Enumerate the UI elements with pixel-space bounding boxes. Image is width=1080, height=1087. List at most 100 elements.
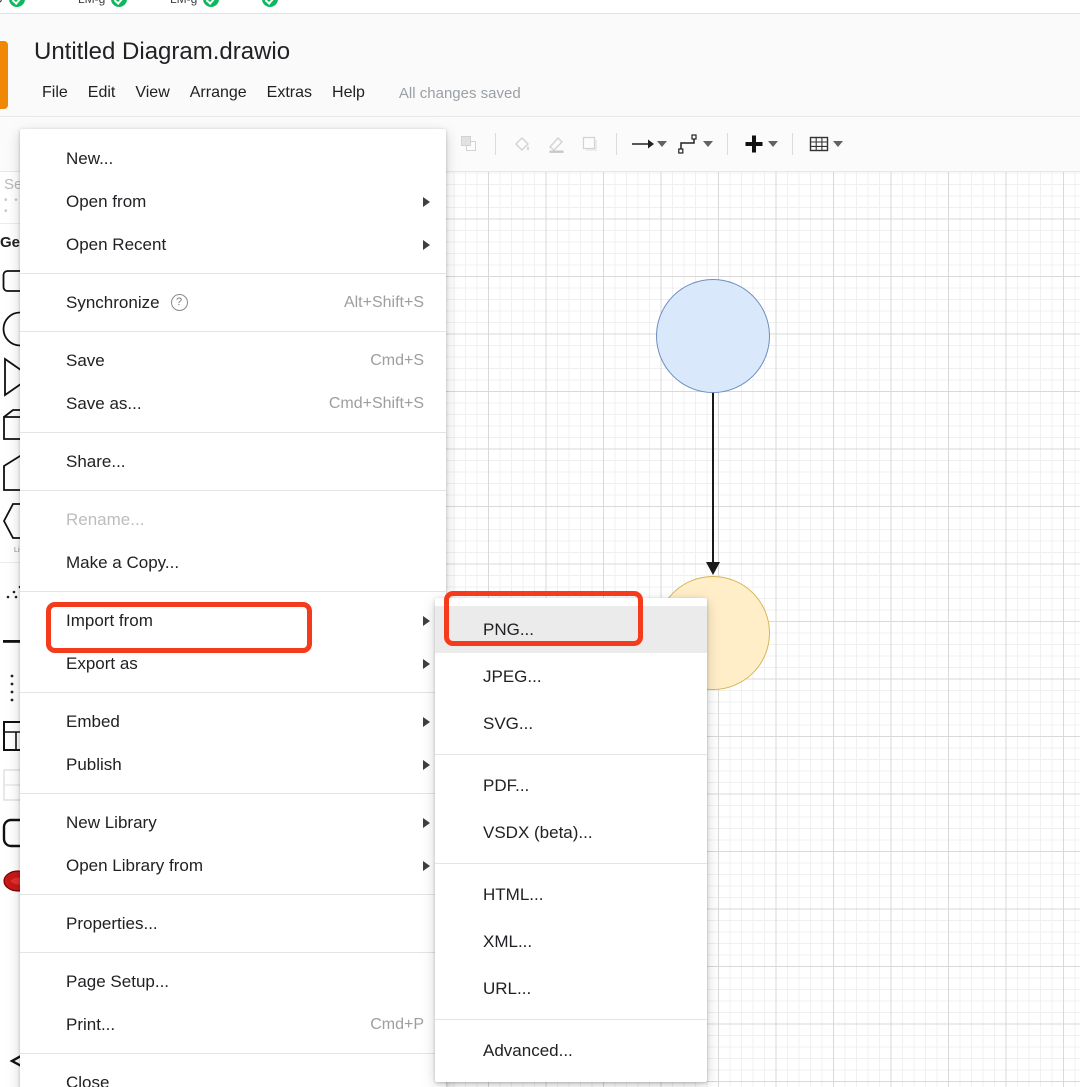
- menu-item-label: Embed: [66, 711, 120, 731]
- chevron-right-icon: [423, 658, 430, 669]
- submenu-item-vsdx[interactable]: VSDX (beta)...: [435, 809, 707, 856]
- browser-strip-item[interactable]: ED: [0, 0, 25, 11]
- toolbar-divider: [495, 133, 496, 155]
- menu-item-import-from[interactable]: Import from: [20, 599, 446, 642]
- save-status-label: All changes saved: [398, 84, 521, 102]
- submenu-separator: [435, 863, 707, 864]
- connector-line[interactable]: [712, 393, 714, 570]
- submenu-item-label: PDF...: [483, 775, 530, 795]
- arrow-style-icon[interactable]: [626, 127, 660, 161]
- menu-item-save[interactable]: Save Cmd+S: [20, 339, 446, 382]
- menu-item-export-as[interactable]: Export as: [20, 642, 446, 685]
- submenu-item-advanced[interactable]: Advanced...: [435, 1027, 707, 1074]
- browser-strip-item[interactable]: LM-g: [78, 0, 128, 11]
- menu-item-label: Save: [66, 350, 105, 370]
- help-circle-icon[interactable]: ?: [170, 294, 188, 311]
- arrow-style-caret-icon[interactable]: [657, 141, 667, 147]
- ellipse-node-blue[interactable]: [656, 279, 770, 393]
- check-circle-icon: [8, 0, 25, 7]
- waypoints-icon[interactable]: [672, 127, 706, 161]
- submenu-item-svg[interactable]: SVG...: [435, 700, 707, 747]
- menu-item-label: Close: [66, 1072, 110, 1087]
- submenu-item-label: HTML...: [483, 884, 544, 904]
- menu-bar: File Edit View Arrange Extras Help All c…: [32, 81, 521, 105]
- waypoints-caret-icon[interactable]: [703, 141, 713, 147]
- file-dropdown-menu[interactable]: New... Open from Open Recent Synchronize…: [20, 129, 446, 1087]
- menu-item-label: Export as: [66, 653, 138, 673]
- toolbar-divider: [792, 133, 793, 155]
- menu-item-label: Synchronize: [66, 292, 160, 312]
- menu-item-shortcut: Alt+Shift+S: [343, 293, 424, 311]
- menu-edit[interactable]: Edit: [78, 81, 126, 105]
- submenu-separator: [435, 754, 707, 755]
- menu-item-publish[interactable]: Publish: [20, 743, 446, 786]
- submenu-item-jpeg[interactable]: JPEG...: [435, 653, 707, 700]
- submenu-item-label: PNG...: [483, 619, 535, 639]
- submenu-item-label: JPEG...: [483, 666, 542, 686]
- submenu-item-label: URL...: [483, 978, 532, 998]
- toolbar-divider: [616, 133, 617, 155]
- browser-strip-item[interactable]: LM-g: [170, 0, 220, 11]
- menu-item-rename: Rename...: [20, 498, 446, 541]
- menu-view[interactable]: View: [125, 81, 179, 105]
- menu-item-open-from[interactable]: Open from: [20, 180, 446, 223]
- menu-separator: [20, 331, 446, 332]
- check-circle-icon: [203, 0, 220, 7]
- document-title: Untitled Diagram.drawio: [34, 38, 291, 65]
- shadow-icon[interactable]: [573, 127, 607, 161]
- menu-item-label: Print...: [66, 1014, 116, 1034]
- menu-item-label: Import from: [66, 610, 153, 630]
- submenu-item-label: SVG...: [483, 713, 534, 733]
- check-circle-icon: [111, 0, 128, 7]
- fill-color-icon[interactable]: [505, 127, 539, 161]
- drawio-app-window: Untitled Diagram.drawio File Edit View A…: [0, 13, 1080, 1087]
- chevron-right-icon: [423, 759, 430, 770]
- submenu-item-pdf[interactable]: PDF...: [435, 762, 707, 809]
- menu-file[interactable]: File: [32, 81, 78, 105]
- menu-separator: [20, 432, 446, 433]
- to-front-icon[interactable]: [452, 127, 486, 161]
- menu-item-shortcut: Cmd+S: [370, 351, 424, 369]
- menu-item-save-as[interactable]: Save as... Cmd+Shift+S: [20, 382, 446, 425]
- app-root: ED LM-g LM-g Untitled Diagram.drawio Fil…: [0, 0, 1080, 1087]
- menu-item-embed[interactable]: Embed: [20, 700, 446, 743]
- menu-separator: [20, 273, 446, 274]
- menu-item-label: Share...: [66, 451, 126, 471]
- menu-item-properties[interactable]: Properties...: [20, 902, 446, 945]
- menu-item-synchronize[interactable]: Synchronize ? Alt+Shift+S: [20, 281, 446, 324]
- submenu-separator: [435, 1019, 707, 1020]
- browser-strip-label: LM-g: [78, 0, 105, 6]
- app-header: Untitled Diagram.drawio File Edit View A…: [0, 14, 1080, 117]
- menu-item-label: Open Library from: [66, 855, 203, 875]
- submenu-item-url[interactable]: URL...: [435, 965, 707, 1012]
- menu-item-make-a-copy[interactable]: Make a Copy...: [20, 541, 446, 584]
- menu-help[interactable]: Help: [322, 81, 375, 105]
- browser-tab-strip: ED LM-g LM-g: [0, 0, 1080, 12]
- export-as-submenu[interactable]: PNG... JPEG... SVG... PDF... VSDX (beta)…: [435, 598, 707, 1082]
- menu-separator: [20, 894, 446, 895]
- table-grid-icon[interactable]: [802, 127, 836, 161]
- menu-item-open-library-from[interactable]: Open Library from: [20, 844, 446, 887]
- menu-item-new[interactable]: New...: [20, 137, 446, 180]
- menu-item-page-setup[interactable]: Page Setup...: [20, 960, 446, 1003]
- submenu-item-label: Advanced...: [483, 1040, 573, 1060]
- submenu-item-png[interactable]: PNG...: [435, 606, 707, 653]
- insert-caret-icon[interactable]: [768, 141, 778, 147]
- menu-item-share[interactable]: Share...: [20, 440, 446, 483]
- menu-item-label: Open from: [66, 191, 147, 211]
- menu-item-close[interactable]: Close: [20, 1061, 446, 1087]
- menu-item-print[interactable]: Print... Cmd+P: [20, 1003, 446, 1046]
- submenu-item-xml[interactable]: XML...: [435, 918, 707, 965]
- browser-strip-item[interactable]: [262, 0, 278, 11]
- menu-arrange[interactable]: Arrange: [180, 81, 257, 105]
- menu-item-open-recent[interactable]: Open Recent: [20, 223, 446, 266]
- insert-plus-icon[interactable]: [737, 127, 771, 161]
- submenu-item-html[interactable]: HTML...: [435, 871, 707, 918]
- chevron-right-icon: [423, 615, 430, 626]
- line-color-icon[interactable]: [539, 127, 573, 161]
- menu-extras[interactable]: Extras: [257, 81, 322, 105]
- check-circle-icon: [262, 0, 278, 7]
- table-grid-caret-icon[interactable]: [833, 141, 843, 147]
- menu-item-label: Page Setup...: [66, 971, 170, 991]
- menu-item-new-library[interactable]: New Library: [20, 801, 446, 844]
